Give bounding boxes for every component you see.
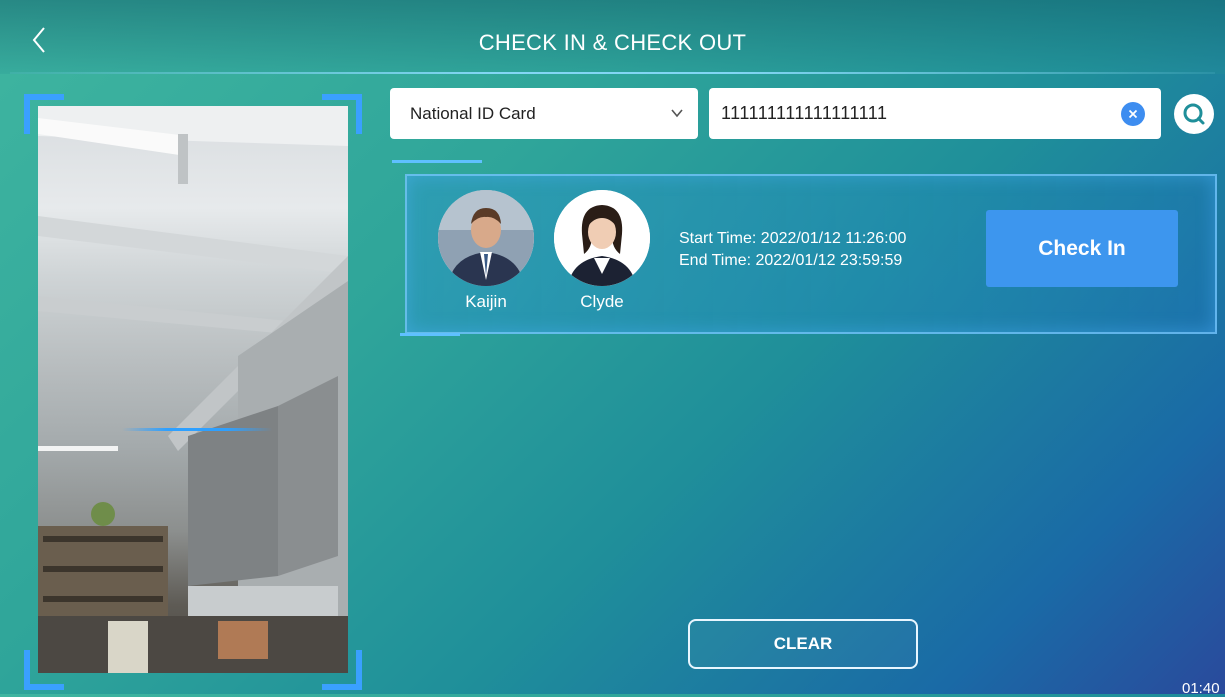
top-bar-divider (10, 72, 1215, 74)
person-item: Clyde (553, 190, 651, 312)
schedule-times: Start Time: 2022/01/12 11:26:00 End Time… (679, 228, 906, 272)
person-name: Kaijin (465, 292, 507, 311)
frame-corner (24, 650, 64, 690)
id-type-select[interactable]: National ID Card (390, 88, 698, 139)
frame-corner (322, 650, 362, 690)
clear-button[interactable]: CLEAR (688, 619, 918, 669)
end-time: End Time: 2022/01/12 23:59:59 (679, 252, 903, 269)
close-circle-icon (1128, 109, 1138, 119)
avatar (554, 190, 650, 286)
person-item: Kaijin (437, 190, 535, 312)
camera-feed (38, 106, 348, 673)
start-time: Start Time: 2022/01/12 11:26:00 (679, 230, 907, 247)
id-type-value: National ID Card (410, 104, 536, 123)
search-button[interactable] (1174, 94, 1214, 134)
search-icon (1183, 103, 1205, 125)
frame-corner (24, 94, 64, 134)
card-accent (392, 160, 482, 163)
person-name: Clyde (580, 292, 624, 311)
frame-corner (322, 94, 362, 134)
chevron-down-icon (671, 109, 683, 118)
clear-input-button[interactable] (1121, 102, 1145, 126)
camera-preview-panel (24, 94, 362, 690)
id-number-input[interactable] (709, 88, 1121, 139)
clock: 01:40 (1182, 680, 1220, 697)
camera-scene (38, 106, 348, 673)
avatar (438, 190, 534, 286)
page-title: CHECK IN & CHECK OUT (478, 30, 747, 55)
scan-line (122, 428, 272, 431)
id-number-field (709, 88, 1161, 139)
check-in-button[interactable]: Check In (986, 210, 1178, 287)
card-accent (400, 333, 460, 336)
